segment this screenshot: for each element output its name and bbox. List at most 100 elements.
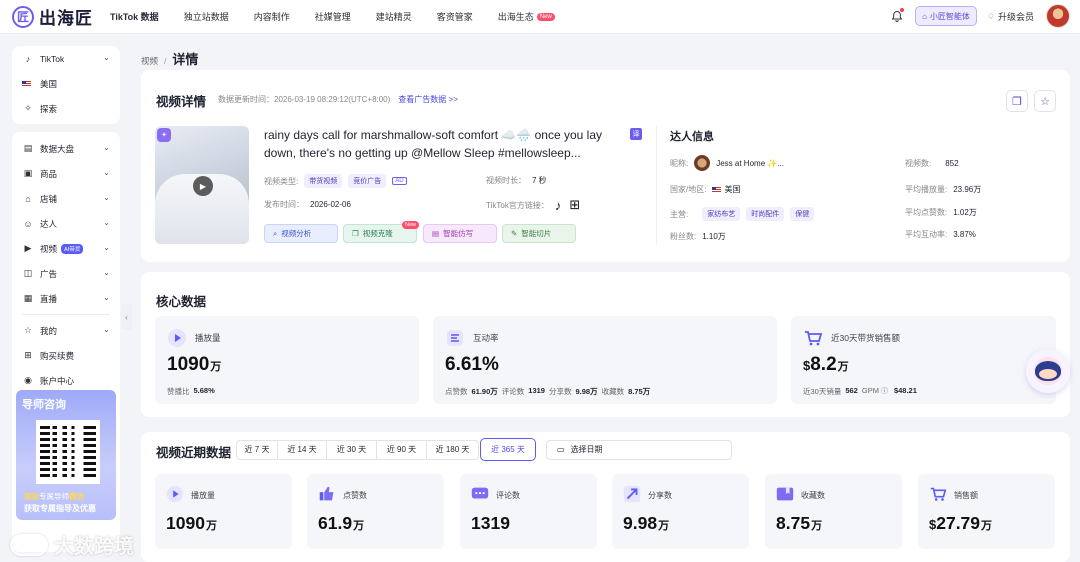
- sidebar-item-label: 达人: [40, 218, 58, 229]
- metric-unit: 万: [981, 520, 993, 532]
- smart-slice-button[interactable]: ✎ 智能切片: [502, 224, 576, 243]
- translate-icon[interactable]: 译: [630, 128, 642, 140]
- share-icon: [623, 485, 641, 503]
- sidebar-item-label: 视频: [40, 243, 58, 254]
- influencer-avatar[interactable]: [694, 155, 711, 171]
- play-icon[interactable]: ▶: [193, 176, 213, 196]
- top-navbar: 匠 出海匠 TikTok 数据 独立站数据 内容制作 社媒管理 建站精灵 客资管…: [0, 0, 1080, 34]
- mentor-promo[interactable]: 导师咨询 添加专属导师微信 获取专属指导及优惠: [16, 390, 116, 520]
- metric-label: 收藏数: [801, 491, 825, 500]
- watermark-logo-icon: [10, 533, 48, 556]
- promo-add: 添加: [24, 492, 39, 501]
- stat-number: 8.2: [810, 354, 837, 375]
- duration-label: 视频时长：: [486, 176, 526, 185]
- metric-likes: 点赞数 61.9万: [307, 474, 444, 549]
- recent-data-card: 视频近期数据 近 7 天 近 14 天 近 30 天 近 90 天 近 180 …: [141, 432, 1070, 562]
- metric-sales: 销售额 $27.79万: [918, 474, 1055, 549]
- nav-crm[interactable]: 客资管家: [437, 10, 473, 23]
- range-7d[interactable]: 近 7 天: [236, 439, 278, 460]
- region-select[interactable]: 美国: [12, 71, 120, 96]
- sidebar-item-videos[interactable]: ▶ 视频 AI带货 ⌄: [12, 236, 120, 261]
- sidebar-item-shops[interactable]: ⌂ 店铺 ⌄: [12, 186, 120, 211]
- sidebar-item-influencers[interactable]: ☺ 达人 ⌄: [12, 211, 120, 236]
- range-90d[interactable]: 近 90 天: [377, 439, 427, 460]
- ad-data-link[interactable]: 查看广告数据 >>: [398, 95, 458, 104]
- tool-label: 视频分析: [281, 229, 312, 238]
- favorite-button[interactable]: ☆: [1034, 90, 1056, 112]
- video-analysis-button[interactable]: ⌕ 视频分析: [264, 224, 338, 243]
- comments-label: 评论数: [501, 387, 525, 396]
- sidebar-item-purchase[interactable]: ⊞ 购买续费: [12, 343, 120, 368]
- sidebar-divider: [22, 314, 110, 315]
- sidebar-item-label: 账户中心: [40, 375, 75, 386]
- metric-value: 1319: [471, 513, 510, 534]
- range-180d[interactable]: 近 180 天: [427, 439, 479, 460]
- star-icon: ☆: [23, 325, 33, 335]
- range-30d[interactable]: 近 30 天: [327, 439, 377, 460]
- nav-social[interactable]: 社媒管理: [315, 10, 351, 23]
- avg-like-value: 1.02万: [953, 208, 977, 217]
- sidebar-item-dashboard[interactable]: ▤ 数据大盘 ⌄: [12, 136, 120, 161]
- doc-icon: ▤: [432, 229, 440, 238]
- search-icon: ⌕: [273, 228, 278, 238]
- platform-label: TikTok: [40, 53, 65, 64]
- sidebar-collapse-button[interactable]: ‹: [121, 304, 132, 330]
- stat-number: 1090: [167, 354, 210, 375]
- info-icon[interactable]: ⓘ: [881, 386, 888, 397]
- clone-icon: ❐: [352, 229, 359, 238]
- nav-content[interactable]: 内容制作: [254, 10, 290, 23]
- breadcrumb-parent[interactable]: 视频: [141, 56, 158, 66]
- video-type-row: 视频类型: 带货视频 竞价广告 AD: [264, 174, 407, 188]
- sidebar-item-products[interactable]: ▣ 商品 ⌄: [12, 161, 120, 186]
- range-14d[interactable]: 近 14 天: [278, 439, 327, 460]
- user-avatar[interactable]: [1046, 4, 1070, 28]
- qr-code-icon[interactable]: ⊞: [569, 197, 580, 213]
- sidebar-item-explore[interactable]: ✧ 探索: [12, 96, 120, 121]
- ad-icon: ◫: [23, 268, 33, 278]
- assistant-mascot-button[interactable]: [1026, 349, 1070, 393]
- breadcrumb-sep: /: [164, 56, 167, 66]
- nav-ecosystem[interactable]: 出海生态 New: [498, 10, 555, 23]
- metric-number: 27.79: [936, 513, 981, 533]
- upgrade-label: 升级会员: [997, 11, 1034, 22]
- influencer-fans-row: 粉丝数: 1.10万: [670, 231, 726, 242]
- nav-site-builder[interactable]: 建站精灵: [376, 10, 412, 23]
- stat-unit: 万: [837, 361, 849, 373]
- platform-select[interactable]: ♪ TikTok ⌄: [12, 46, 120, 71]
- nav-tiktok-data[interactable]: TikTok 数据: [110, 10, 159, 23]
- range-365d[interactable]: 近 365 天: [480, 438, 536, 461]
- chevron-down-icon: ⌄: [103, 268, 110, 277]
- nick-value[interactable]: Jess at Home ✨...: [716, 159, 784, 168]
- date-picker[interactable]: ▭ 选择日期: [546, 439, 732, 460]
- watermark-text: 大数跨境: [54, 536, 134, 558]
- link-label: TikTok官方链接：: [486, 200, 549, 210]
- shop-icon: ⌂: [25, 193, 31, 204]
- nav-store-data[interactable]: 独立站数据: [184, 10, 229, 23]
- sidebar-item-mine[interactable]: ☆ 我的 ⌄: [12, 318, 120, 343]
- ai-tag: AI带货: [61, 243, 84, 254]
- nick-label: 昵称:: [670, 158, 689, 168]
- stat-unit: 万: [210, 361, 222, 373]
- influencer-category-row: 主营: 家纺布艺 时尚配件 保健: [670, 207, 815, 221]
- ai-agent-button[interactable]: ⌂ 小匠智能体: [915, 6, 977, 26]
- video-thumbnail[interactable]: ✦ ▶: [155, 126, 249, 244]
- type-label: 视频类型:: [264, 176, 299, 186]
- sidebar-item-ads[interactable]: ◫ 广告 ⌄: [12, 261, 120, 286]
- bookmark-icon: [776, 487, 794, 501]
- notification-button[interactable]: [885, 4, 909, 28]
- metric-number: 8.75: [776, 513, 811, 533]
- metric-unit: 万: [658, 520, 670, 532]
- upgrade-button[interactable]: ♢ 升级会员: [987, 10, 1034, 23]
- copy-button[interactable]: ❐: [1006, 90, 1028, 112]
- influencer-avglike-row: 平均点赞数: 1.02万: [905, 207, 977, 218]
- type-tag: 竞价广告: [348, 174, 387, 188]
- sidebar-item-live[interactable]: ▦ 直播 ⌄: [12, 286, 120, 311]
- smart-rewrite-button[interactable]: ▤ 智能仿写: [423, 224, 497, 243]
- tool-label: 视频克隆: [362, 229, 393, 238]
- box-icon: ▣: [23, 168, 33, 178]
- publish-label: 发布时间：: [264, 200, 304, 209]
- tiktok-link-row: TikTok官方链接： ♪ ⊞: [486, 197, 580, 213]
- influencer-region-row: 国家/地区: 美国: [670, 184, 740, 195]
- logo[interactable]: 匠 出海匠: [12, 4, 110, 29]
- tiktok-icon[interactable]: ♪: [555, 198, 562, 213]
